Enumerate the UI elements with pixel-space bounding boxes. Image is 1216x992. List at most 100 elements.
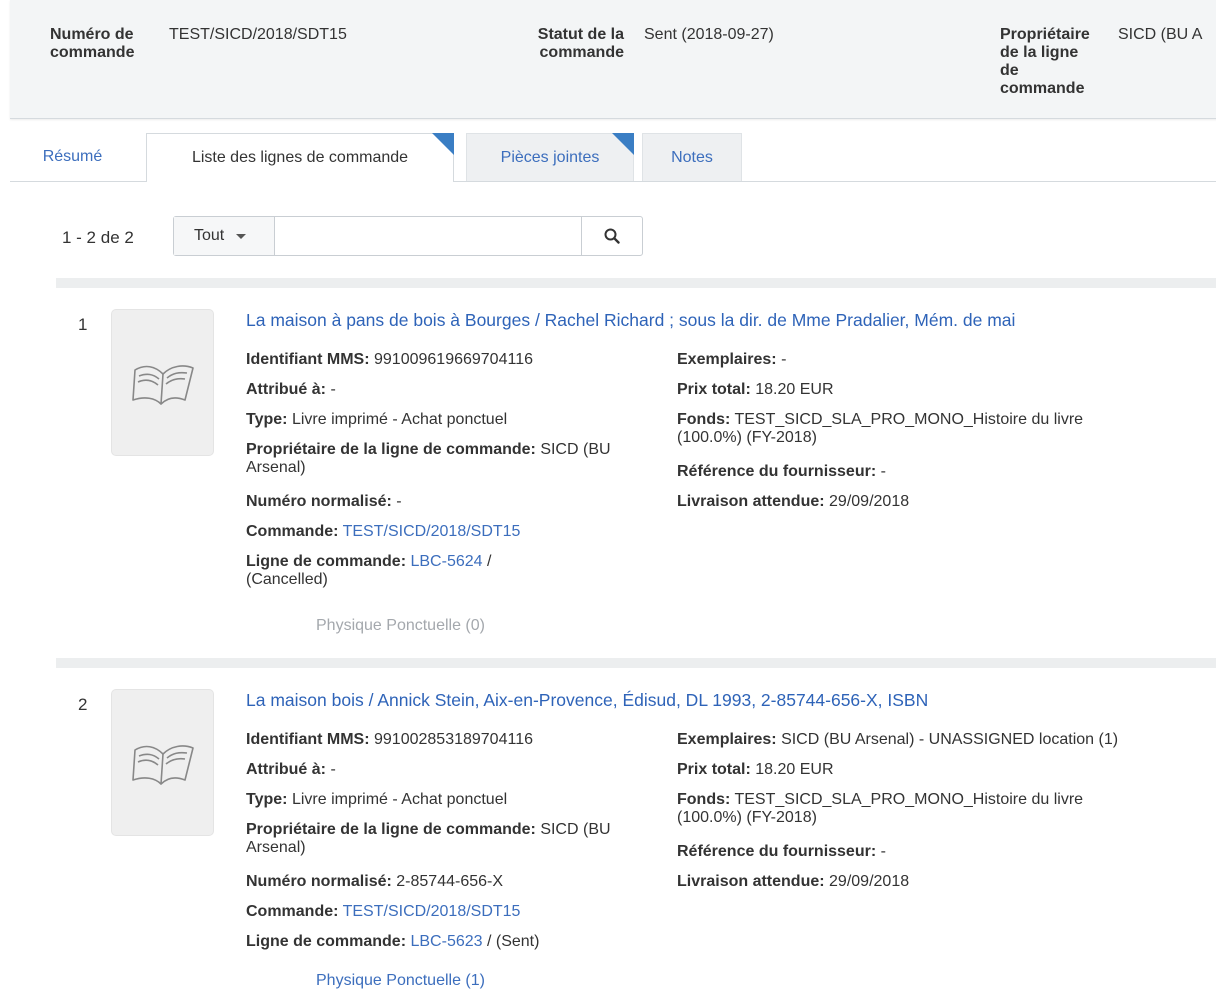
tab-summary-label: Résumé [42,148,103,165]
tab-notes[interactable]: Notes [642,133,742,181]
assigned-value: - [330,381,336,398]
copies-value: - [781,351,787,368]
vendor-reference-field: Référence du fournisseur: - [677,463,886,481]
funds-field: Fonds: TEST_SICD_SLA_PRO_MONO_Histoire d… [677,791,1147,827]
order-status-value: Sent (2018-09-27) [644,26,774,43]
pol-link[interactable]: LBC-5623 [410,933,482,950]
standard-number-value: 2-85744-656-X [396,873,504,890]
order-label: Commande: [246,903,339,920]
assigned-label: Attribué à: [246,381,326,398]
physical-inventory-label: Physique Ponctuelle (0) [316,617,485,634]
type-field: Type: Livre imprimé - Achat ponctuel [246,411,507,429]
type-value: Livre imprimé - Achat ponctuel [291,411,508,428]
tab-corner-indicator-icon [612,133,634,155]
order-line-title-link[interactable]: La maison à pans de bois à Bourges / Rac… [246,310,1015,331]
total-price-field: Prix total: 18.20 EUR [677,381,834,399]
type-label: Type: [246,411,288,428]
pol-label: Ligne de commande: [246,933,407,950]
item-thumbnail [111,309,214,456]
row-divider [56,658,1216,668]
tab-summary[interactable]: Résumé [10,133,135,181]
assigned-field: Attribué à: - [246,761,336,779]
search-bar: Tout [173,216,643,256]
tab-corner-indicator-icon [432,133,454,155]
vendor-reference-value: - [880,843,886,860]
mms-id-label: Identifiant MMS: [246,351,370,368]
mms-id-field: Identifiant MMS: 991002853189704116 [246,731,533,749]
expected-delivery-value: 29/09/2018 [829,493,910,510]
search-button[interactable] [581,217,643,255]
order-link[interactable]: TEST/SICD/2018/SDT15 [343,523,521,540]
vendor-reference-value: - [880,463,886,480]
order-status-label: Statut de la commande [537,26,624,61]
search-icon [604,228,620,244]
assigned-label: Attribué à: [246,761,326,778]
copies-label: Exemplaires: [677,731,777,748]
pol-owner-field: Propriétaire de la ligne de commande: SI… [246,441,626,477]
mms-id-value: 991002853189704116 [374,731,533,748]
funds-value: TEST_SICD_SLA_PRO_MONO_Histoire du livre… [677,791,1084,826]
search-input[interactable] [276,217,580,255]
total-price-label: Prix total: [677,761,751,778]
tab-order-lines-label: Liste des lignes de commande [191,149,409,166]
standard-number-label: Numéro normalisé: [246,873,392,890]
vendor-reference-field: Référence du fournisseur: - [677,843,886,861]
pol-status: / (Sent) [486,933,540,950]
pol-owner-field: Propriétaire de la ligne de commande: SI… [246,821,626,857]
funds-label: Fonds: [677,791,731,808]
pol-owner-label: Propriétaire de la ligne de commande [1000,26,1090,97]
copies-label: Exemplaires: [677,351,777,368]
total-price-value: 18.20 EUR [755,761,834,778]
item-thumbnail [111,689,214,836]
tab-notes-label: Notes [671,149,713,166]
expected-delivery-field: Livraison attendue: 29/09/2018 [677,873,909,891]
book-icon [132,365,194,405]
copies-field: Exemplaires: - [677,351,786,369]
total-price-label: Prix total: [677,381,751,398]
expected-delivery-label: Livraison attendue: [677,493,825,510]
total-price-value: 18.20 EUR [755,381,834,398]
standard-number-value: - [396,493,402,510]
copies-value: SICD (BU Arsenal) - UNASSIGNED location … [781,731,1119,748]
vendor-reference-label: Référence du fournisseur: [677,843,877,860]
expected-delivery-value: 29/09/2018 [829,873,910,890]
tab-attachments-label: Pièces jointes [500,149,600,166]
physical-inventory-link[interactable]: Physique Ponctuelle (1) [316,972,485,990]
type-value: Livre imprimé - Achat ponctuel [291,791,508,808]
order-field: Commande: TEST/SICD/2018/SDT15 [246,523,520,541]
expected-delivery-label: Livraison attendue: [677,873,825,890]
standard-number-field: Numéro normalisé: 2-85744-656-X [246,873,503,891]
funds-field: Fonds: TEST_SICD_SLA_PRO_MONO_Histoire d… [677,411,1147,447]
pol-owner-value: SICD (BU A [1118,26,1203,43]
pol-owner-line-label: Propriétaire de la ligne de commande: [246,821,536,838]
tab-order-lines[interactable]: Liste des lignes de commande [146,133,454,182]
assigned-value: - [330,761,336,778]
mms-id-field: Identifiant MMS: 991009619669704116 [246,351,533,369]
order-line-title-link[interactable]: La maison bois / Annick Stein, Aix-en-Pr… [246,690,928,711]
search-scope-label: Tout [194,227,225,244]
row-number: 1 [78,315,88,334]
total-price-field: Prix total: 18.20 EUR [677,761,834,779]
mms-id-label: Identifiant MMS: [246,731,370,748]
row-number: 2 [78,695,88,714]
results-count: 1 - 2 de 2 [62,228,134,247]
standard-number-label: Numéro normalisé: [246,493,392,510]
type-label: Type: [246,791,288,808]
pol-label: Ligne de commande: [246,553,407,570]
caret-down-icon [236,234,246,239]
mms-id-value: 991009619669704116 [374,351,533,368]
vendor-reference-label: Référence du fournisseur: [677,463,877,480]
search-scope-dropdown[interactable]: Tout [174,217,275,255]
book-icon [132,745,194,785]
pol-field: Ligne de commande: LBC-5623 / (Sent) [246,933,666,951]
funds-label: Fonds: [677,411,731,428]
tab-attachments[interactable]: Pièces jointes [466,133,634,181]
row-divider [56,278,1216,288]
order-link[interactable]: TEST/SICD/2018/SDT15 [343,903,521,920]
expected-delivery-field: Livraison attendue: 29/09/2018 [677,493,909,511]
funds-value: TEST_SICD_SLA_PRO_MONO_Histoire du livre… [677,411,1084,446]
order-number-value: TEST/SICD/2018/SDT15 [169,26,347,43]
order-label: Commande: [246,523,339,540]
pol-link[interactable]: LBC-5624 [410,553,482,570]
copies-field: Exemplaires: SICD (BU Arsenal) - UNASSIG… [677,731,1118,749]
